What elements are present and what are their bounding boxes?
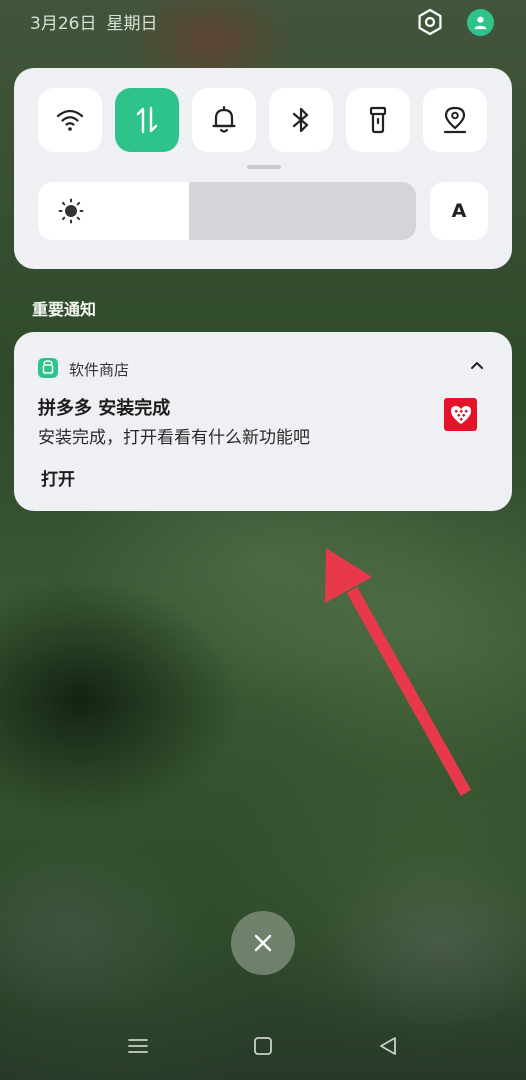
auto-brightness-button[interactable]: A [430,182,488,240]
weekday-text: 星期日 [106,14,158,34]
navigation-bar [0,1020,526,1080]
location-icon [443,106,467,134]
user-icon [474,16,487,30]
flashlight-tile[interactable] [346,88,410,152]
menu-icon[interactable] [128,1036,148,1056]
back-icon[interactable] [378,1036,398,1056]
notification-card[interactable]: 软件商店 拼多多 安装完成 安装完成，打开看看有什么新功能吧 打开 [14,332,512,511]
app-store-icon [38,358,58,378]
auto-brightness-label: A [451,200,467,222]
notification-body: 安装完成，打开看看有什么新功能吧 [38,428,310,448]
status-date: 3月26日 星期日 [30,9,167,34]
settings-icon[interactable] [416,8,444,36]
brightness-slider[interactable] [38,182,416,240]
quick-settings-panel: A [14,68,512,269]
notification-app-name: 软件商店 [69,361,130,379]
chevron-up-icon[interactable] [470,360,484,372]
open-button[interactable]: 打开 [41,465,75,490]
bluetooth-tile[interactable] [269,88,333,152]
date-text: 3月26日 [30,14,97,34]
wifi-icon [56,109,84,131]
sound-tile[interactable] [192,88,256,152]
clear-notifications-button[interactable] [231,911,295,975]
user-avatar[interactable] [467,9,494,36]
location-tile[interactable] [423,88,487,152]
important-notifications-heading: 重要通知 [32,300,97,319]
close-icon [254,934,272,952]
drag-handle[interactable] [247,165,281,169]
home-icon[interactable] [253,1036,273,1056]
wifi-tile[interactable] [38,88,102,152]
sun-icon [58,198,84,224]
bluetooth-icon [292,107,309,133]
pinduoduo-app-icon [444,398,477,431]
mobile-data-tile[interactable] [115,88,179,152]
bell-icon [212,105,236,133]
mobile-data-icon [136,106,158,134]
notification-title: 拼多多 安装完成 [38,398,171,419]
flashlight-icon [369,106,387,134]
status-bar: 3月26日 星期日 [0,0,526,42]
